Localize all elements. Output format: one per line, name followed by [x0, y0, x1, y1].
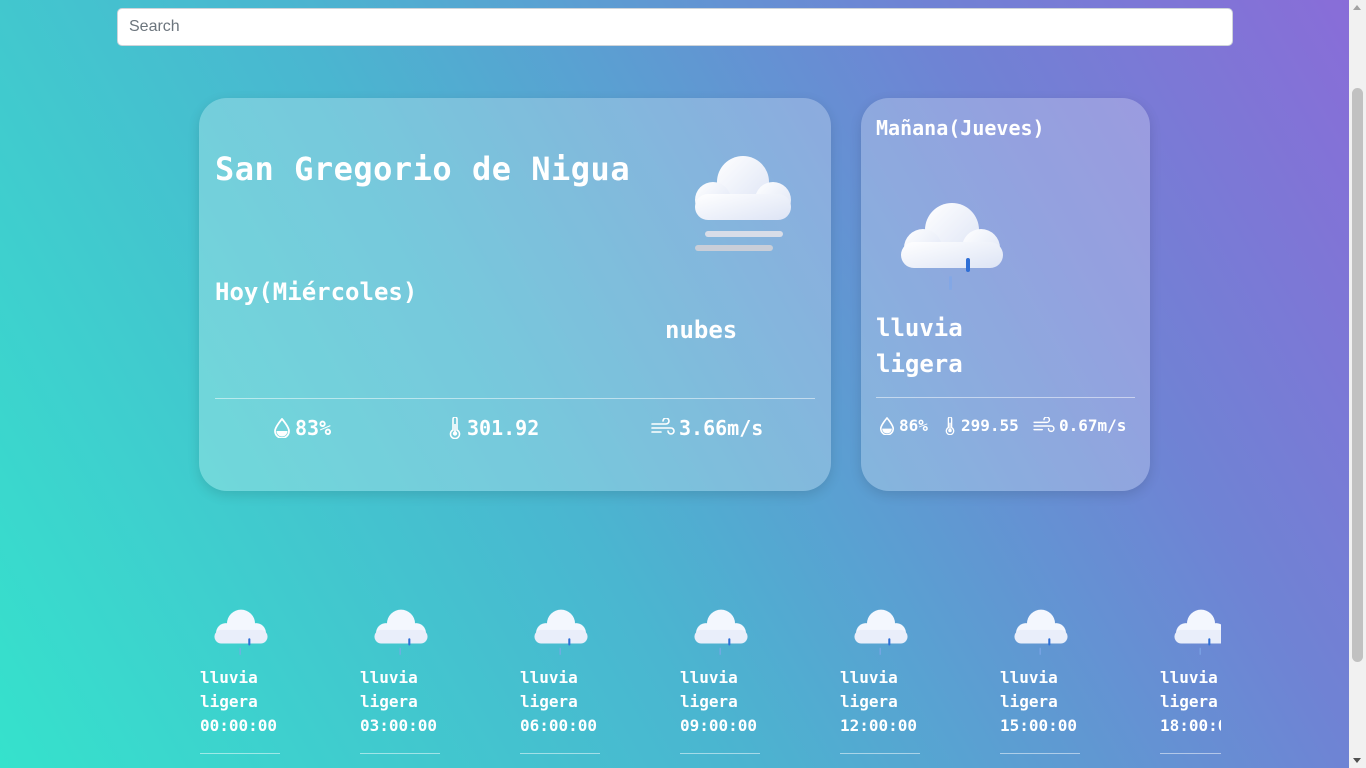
cloud-rain-icon	[214, 609, 268, 655]
hourly-forecast-strip: lluvia ligera 00:00:00 lluvia ligera 03:…	[200, 600, 1221, 768]
forecast-time: 18:00:00	[1160, 716, 1221, 735]
forecast-condition: lluvia ligera	[1000, 668, 1058, 711]
today-divider	[215, 398, 815, 399]
scroll-up-arrow-icon[interactable]	[1353, 5, 1361, 10]
wind-icon	[651, 418, 675, 435]
today-humidity: 83%	[273, 416, 331, 440]
wind-icon	[1033, 416, 1055, 432]
today-humidity-value: 83%	[295, 416, 332, 440]
cloud-rain-icon	[694, 609, 748, 655]
droplet-icon	[879, 416, 895, 435]
cloud-rain-icon	[1014, 609, 1068, 655]
today-day-label: Hoy(Miércoles)	[215, 278, 418, 306]
forecast-time: 06:00:00	[520, 716, 598, 735]
today-temperature-value: 301.92	[467, 416, 540, 440]
forecast-condition: lluvia ligera	[200, 668, 258, 711]
today-temperature: 301.92	[447, 416, 539, 440]
forecast-time: 12:00:00	[840, 716, 918, 735]
tomorrow-wind-value: 0.67m/s	[1059, 416, 1127, 435]
tomorrow-humidity-value: 86%	[899, 416, 928, 435]
today-wind: 3.66m/s	[651, 416, 763, 440]
forecast-divider	[680, 753, 760, 754]
city-name: San Gregorio de Nigua	[215, 150, 631, 188]
cloud-fog-icon	[683, 150, 803, 264]
thermometer-icon	[945, 416, 955, 435]
tomorrow-temperature-value: 299.55	[961, 416, 1019, 435]
forecast-condition: lluvia ligera	[520, 668, 578, 711]
search-input[interactable]	[117, 8, 1233, 46]
forecast-divider	[200, 753, 280, 754]
forecast-condition: lluvia ligera	[840, 668, 898, 711]
tomorrow-condition: lluvia ligera	[876, 314, 963, 378]
today-condition: nubes	[665, 316, 738, 344]
tomorrow-humidity: 86%	[879, 416, 928, 435]
forecast-condition: lluvia ligera	[680, 668, 738, 711]
cloud-rain-icon	[374, 609, 428, 655]
thermometer-icon	[449, 417, 461, 439]
forecast-time: 09:00:00	[680, 716, 758, 735]
forecast-divider	[1000, 753, 1080, 754]
scroll-down-arrow-icon[interactable]	[1353, 758, 1361, 763]
forecast-divider	[360, 753, 440, 754]
droplet-icon	[274, 418, 290, 438]
forecast-time: 15:00:00	[1000, 716, 1078, 735]
today-wind-value: 3.66m/s	[679, 416, 764, 440]
forecast-divider	[520, 753, 600, 754]
forecast-divider	[1160, 753, 1221, 754]
scrollbar-thumb[interactable]	[1352, 88, 1363, 662]
forecast-time: 03:00:00	[360, 716, 438, 735]
forecast-condition: lluvia ligera	[1160, 668, 1218, 711]
tomorrow-wind: 0.67m/s	[1033, 416, 1126, 435]
tomorrow-divider	[876, 397, 1135, 398]
cloud-rain-icon	[854, 609, 908, 655]
cloud-rain-icon	[534, 609, 588, 655]
today-weather-card: San Gregorio de Nigua Hoy(Miércoles) nub…	[199, 98, 831, 491]
cloud-rain-icon	[897, 196, 1007, 300]
tomorrow-day-label: Mañana(Jueves)	[876, 116, 1045, 140]
page-scrollbar[interactable]	[1349, 0, 1366, 768]
forecast-divider	[840, 753, 920, 754]
forecast-condition: lluvia ligera	[360, 668, 418, 711]
tomorrow-weather-card: Mañana(Jueves) lluvia ligera 86% 299.55 …	[861, 98, 1150, 491]
forecast-time: 00:00:00	[200, 716, 278, 735]
tomorrow-temperature: 299.55	[943, 416, 1019, 435]
cloud-rain-icon	[1174, 609, 1221, 655]
